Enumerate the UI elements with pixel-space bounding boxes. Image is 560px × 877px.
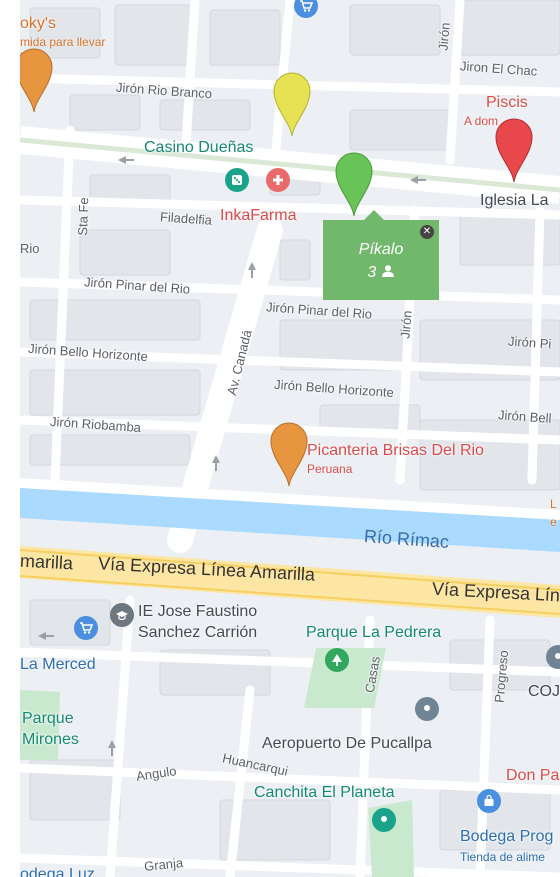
highway-label-amarilla: marilla	[20, 550, 74, 574]
map-marker-yellow[interactable]	[272, 70, 312, 138]
poi-picanteria-subtitle: Peruana	[307, 462, 353, 476]
poi-edge-e-label: e	[550, 515, 557, 529]
street-label-jiron-right-2: Jirón Bell	[497, 407, 552, 426]
poi-ie-jose-label-2: Sanchez Carrión	[138, 624, 258, 641]
street-label-granja: Granja	[143, 855, 184, 874]
street-label-jiron-right-1: Jirón Pi	[507, 333, 552, 352]
street-label-jiron-top: Jirón	[435, 21, 453, 52]
poi-parque-mirones-label[interactable]: Parque	[22, 711, 74, 727]
street-label-jiron-vertical: Jirón	[397, 309, 415, 340]
poi-casino-label[interactable]: Casino Dueñas	[144, 140, 253, 156]
poi-bodega-luz-label[interactable]: odega Luz	[20, 867, 95, 877]
map-viewport: oky's mida para llevar icilio Jirón Rio …	[0, 0, 560, 877]
poi-coj-label[interactable]: COJ	[528, 684, 560, 700]
map-marker-red[interactable]	[494, 116, 534, 184]
popup-occupant-count: 3	[323, 264, 439, 282]
place-icon[interactable]	[372, 808, 396, 832]
poi-la-merced-label[interactable]: La Merced	[20, 657, 96, 673]
dice-icon[interactable]	[225, 168, 249, 192]
map-marker-green[interactable]	[334, 150, 374, 218]
poi-edge-l-label: L	[550, 497, 557, 511]
poi-bodega-subtitle: Tienda de alime	[460, 850, 545, 864]
place-icon[interactable]	[415, 697, 439, 721]
poi-bodega-label[interactable]: Bodega Prog	[460, 829, 553, 845]
school-icon[interactable]	[110, 603, 134, 627]
popup-pointer	[364, 210, 384, 220]
popup-title: Píkalo	[358, 241, 404, 258]
map-canvas[interactable]: oky's mida para llevar icilio Jirón Rio …	[20, 0, 560, 877]
marker-info-popup: ✕ Píkalo 3	[323, 210, 439, 300]
map-marker-orange[interactable]	[20, 46, 54, 114]
popup-count-value: 3	[367, 264, 377, 281]
poi-inkafarma-label[interactable]: InkaFarma	[220, 208, 296, 224]
shopping-cart-icon[interactable]	[74, 616, 98, 640]
poi-parque-mirones-label-2: Mirones	[22, 731, 79, 748]
poi-don-pa-label[interactable]: Don Pa	[506, 768, 559, 784]
poi-aeropuerto-label[interactable]: Aeropuerto De Pucallpa	[262, 736, 432, 752]
street-label-sta-fe: Sta Fe	[74, 197, 92, 236]
poi-ie-jose-label[interactable]: IE Jose Faustino	[138, 604, 257, 620]
street-label-rio: Rio	[20, 241, 40, 256]
poi-canchita-label[interactable]: Canchita El Planeta	[254, 785, 395, 801]
person-icon	[381, 265, 394, 277]
shopping-bag-icon[interactable]	[477, 789, 501, 813]
poi-iglesia-label[interactable]: Iglesia La	[480, 193, 549, 209]
pharmacy-icon[interactable]	[266, 168, 290, 192]
poi-piscis-subtitle: A dom	[464, 114, 499, 128]
park-icon[interactable]	[325, 648, 349, 672]
poi-bokys-label[interactable]: oky's	[20, 16, 56, 32]
close-icon[interactable]: ✕	[420, 225, 434, 239]
poi-parque-pedrera-label[interactable]: Parque La Pedrera	[306, 625, 441, 641]
poi-picanteria-label[interactable]: Picanteria Brisas Del Rio	[307, 443, 484, 459]
poi-piscis-label[interactable]: Piscis	[486, 95, 528, 111]
street-label-filadelfia: Filadelfia	[159, 209, 213, 228]
map-marker-orange-picanteria[interactable]	[269, 420, 309, 488]
